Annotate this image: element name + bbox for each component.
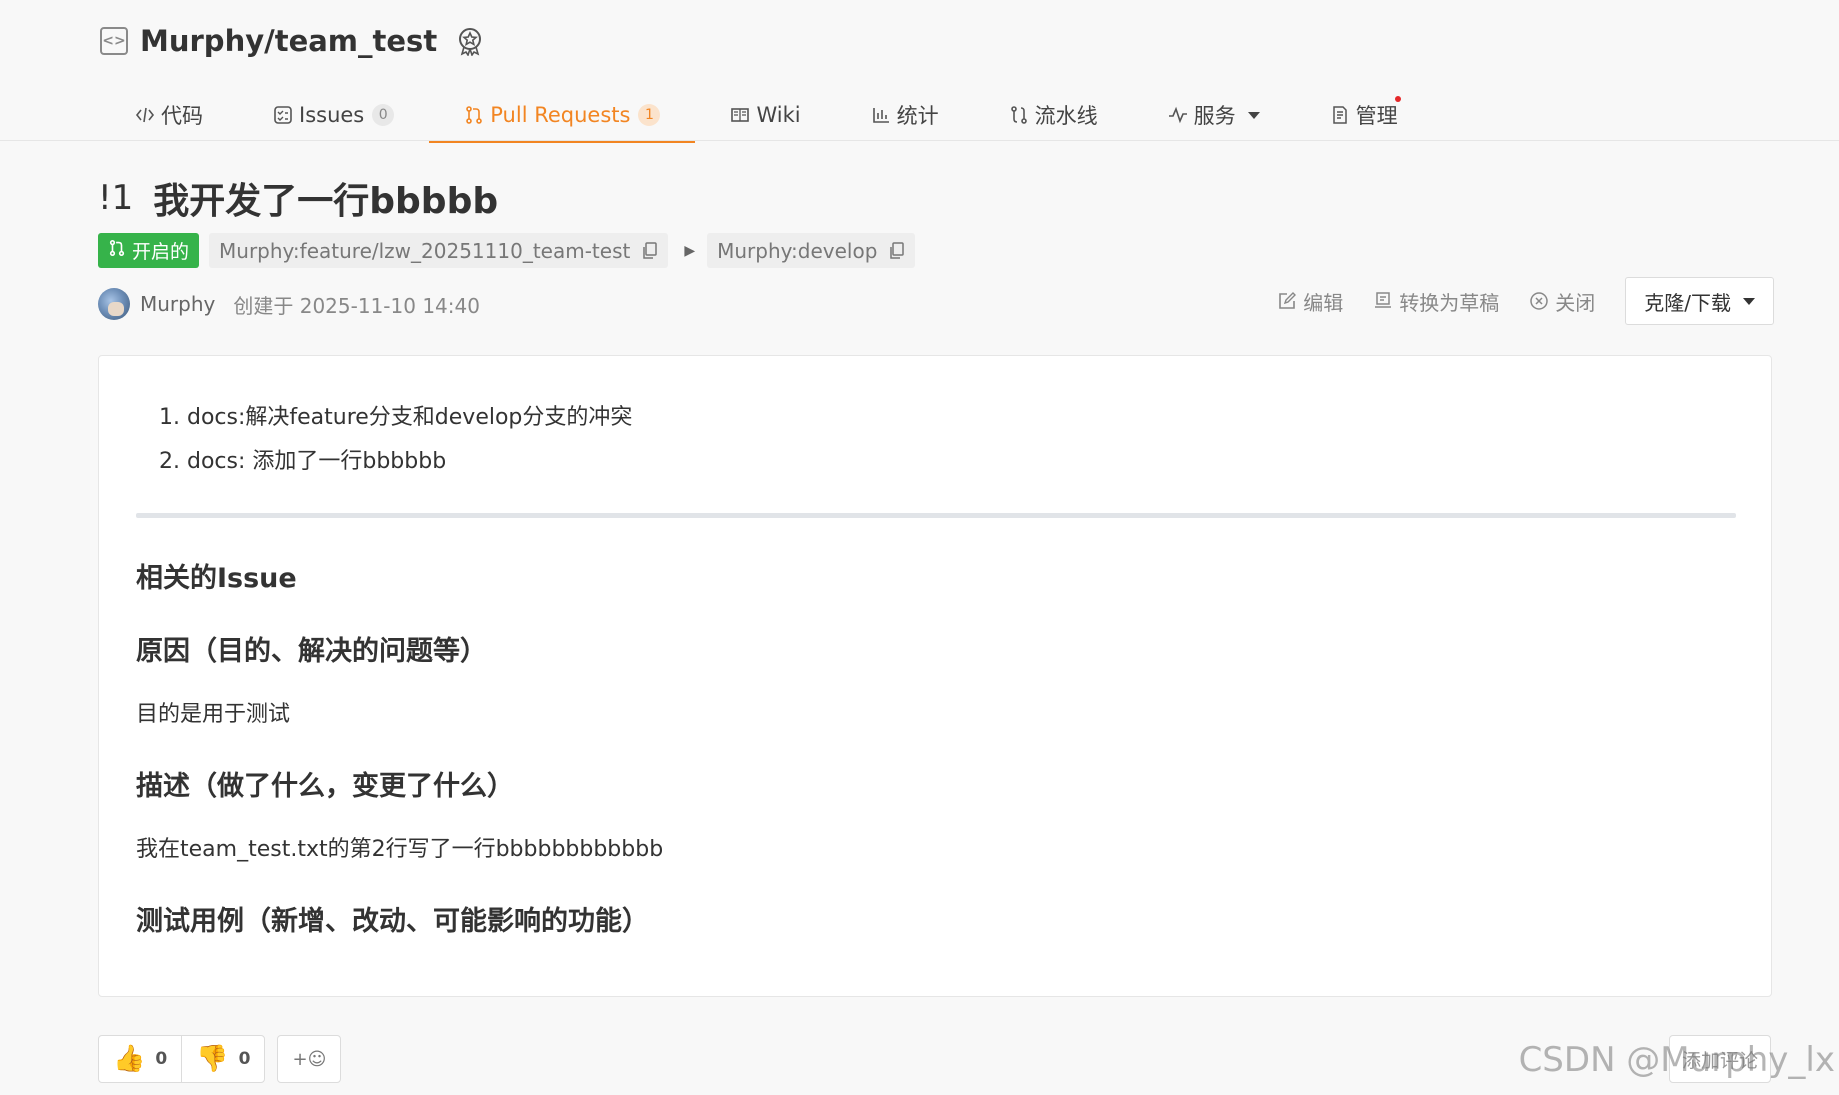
clone-download-label: 克隆/下载 [1644, 290, 1731, 315]
thumbs-down-icon: 👎 [196, 1044, 229, 1074]
pr-number: !1 [98, 178, 134, 218]
tab-code[interactable]: 代码 [100, 88, 238, 142]
list-item: 1. docs:解决feature分支和develop分支的冲突 [159, 405, 633, 430]
issues-count-badge: 0 [372, 104, 395, 126]
pipeline-icon [1009, 105, 1029, 125]
tab-manage[interactable]: 管理 [1295, 88, 1433, 142]
heading-reason: 原因（目的、解决的问题等） [136, 636, 487, 667]
close-label: 关闭 [1555, 290, 1596, 315]
author-name[interactable]: Murphy [140, 292, 215, 316]
tab-pull-requests[interactable]: Pull Requests 1 [429, 88, 696, 143]
tab-label: Wiki [756, 103, 801, 127]
reaction-group: 👍 0 👎 0 [98, 1035, 266, 1083]
heading-test-cases: 测试用例（新增、改动、可能影响的功能） [136, 906, 649, 937]
book-icon [730, 105, 750, 125]
watermark: CSDN @Murphy_lx [1518, 1040, 1835, 1080]
list-item: 2. docs: 添加了一行bbbbbb [159, 449, 447, 474]
convert-draft-button[interactable]: 转换为草稿 [1373, 287, 1499, 316]
pull-request-icon [108, 239, 126, 262]
thumbs-down-count: 0 [238, 1049, 251, 1069]
draft-icon [1373, 291, 1393, 311]
chevron-down-icon [1743, 297, 1755, 305]
target-branch[interactable]: Murphy:develop [707, 233, 916, 268]
reactions-bar: 👍 0 👎 0 +☺ [98, 1035, 342, 1083]
issues-icon [273, 105, 293, 125]
reason-text: 目的是用于测试 [136, 702, 291, 727]
repo-header: <> Murphy/team_test [100, 24, 485, 58]
add-emoji-button[interactable]: +☺ [277, 1035, 342, 1083]
pull-requests-count-badge: 1 [638, 104, 661, 126]
target-branch-label: Murphy:develop [717, 238, 878, 263]
horizontal-rule [136, 513, 1736, 518]
edit-button[interactable]: 编辑 [1277, 287, 1343, 316]
source-branch[interactable]: Murphy:feature/lzw_20251110_team-test [209, 233, 669, 268]
description-text: 我在team_test.txt的第2行写了一行bbbbbbbbbbbb [136, 837, 664, 862]
award-badge-icon[interactable] [455, 26, 485, 56]
clone-download-button[interactable]: 克隆/下载 [1625, 277, 1774, 325]
branch-row: 开启的 Murphy:feature/lzw_20251110_team-tes… [98, 233, 916, 268]
tab-services[interactable]: 服务 [1133, 88, 1295, 142]
tab-label: 代码 [161, 104, 203, 128]
thumbs-up-icon: 👍 [113, 1044, 146, 1074]
tab-label: 管理 [1355, 104, 1398, 128]
pull-request-icon [464, 105, 484, 125]
source-branch-label: Murphy:feature/lzw_20251110_team-test [219, 238, 631, 263]
copy-icon[interactable] [889, 241, 905, 260]
manage-icon [1330, 105, 1350, 125]
created-time: 创建于 2025-11-10 14:40 [233, 293, 480, 318]
thumbs-up-count: 0 [155, 1049, 168, 1069]
pr-description-card: 1. docs:解决feature分支和develop分支的冲突 2. docs… [98, 355, 1772, 997]
author-row: Murphy 创建于 2025-11-10 14:40 [98, 288, 480, 320]
tab-label: Issues [299, 103, 365, 127]
tab-label: 服务 [1193, 104, 1236, 128]
tab-label: 统计 [896, 104, 939, 128]
thumbs-up-button[interactable]: 👍 0 [99, 1036, 181, 1082]
heading-description: 描述（做了什么，变更了什么） [136, 771, 514, 802]
copy-icon[interactable] [642, 241, 658, 260]
close-button[interactable]: 关闭 [1529, 287, 1595, 316]
header-divider [0, 140, 1839, 141]
avatar[interactable] [98, 288, 130, 320]
repo-code-icon: <> [100, 27, 128, 55]
pr-title-row: !1 我开发了一行bbbbb [98, 172, 498, 224]
tab-label: 流水线 [1034, 104, 1098, 128]
pr-title: 我开发了一行bbbbb [153, 181, 499, 222]
pr-actions: 编辑 转换为草稿 关闭 克隆/下载 [1277, 277, 1774, 325]
commit-list: 1. docs:解决feature分支和develop分支的冲突 2. docs… [159, 396, 632, 484]
arrow-right-icon: ▶ [684, 242, 696, 259]
code-icon [135, 105, 155, 125]
heading-related-issue: 相关的Issue [136, 563, 297, 594]
tab-wiki[interactable]: Wiki [695, 88, 835, 142]
convert-draft-label: 转换为草稿 [1399, 290, 1500, 315]
edit-icon [1277, 291, 1297, 311]
chevron-down-icon [1247, 111, 1260, 119]
bar-chart-icon [871, 105, 891, 125]
edit-label: 编辑 [1303, 290, 1344, 315]
repo-title[interactable]: Murphy/team_test [140, 24, 437, 58]
tab-pipeline[interactable]: 流水线 [974, 88, 1133, 142]
repo-tabs: 代码 Issues 0 Pull Requests 1 Wiki 统计 流水线 [100, 88, 1433, 143]
tab-label: Pull Requests [490, 103, 631, 127]
pr-state-label: 开启的 [132, 241, 190, 263]
tab-stats[interactable]: 统计 [836, 88, 974, 142]
pr-state-badge: 开启的 [98, 233, 200, 268]
thumbs-down-button[interactable]: 👎 0 [181, 1036, 264, 1082]
tab-issues[interactable]: Issues 0 [238, 88, 429, 142]
activity-icon [1168, 105, 1188, 125]
notification-dot [1394, 96, 1401, 102]
close-circle-icon [1529, 291, 1549, 311]
